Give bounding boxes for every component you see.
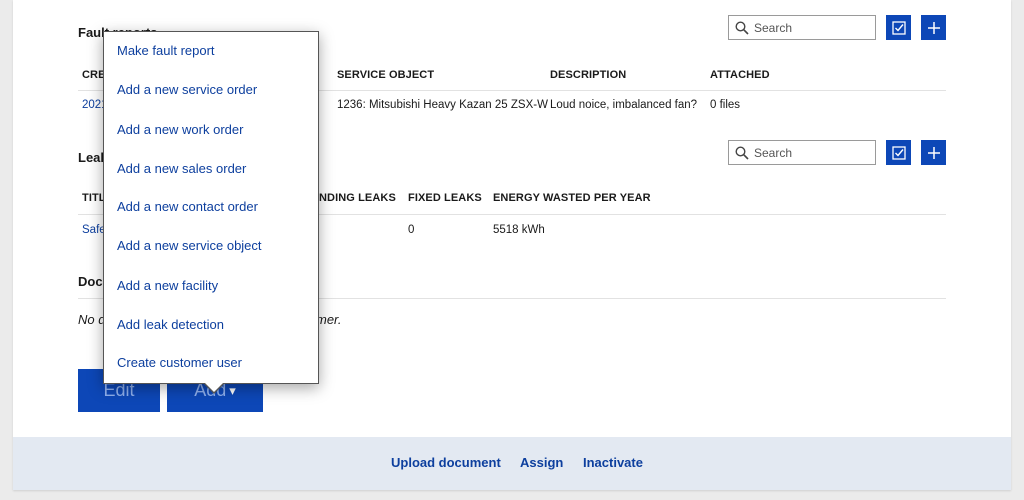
chevron-down-icon: ▾ <box>229 382 236 398</box>
menu-item-new-contact-order[interactable]: Add a new contact order <box>117 199 258 214</box>
documents-empty-text-end: mer. <box>316 312 342 327</box>
checkbox-icon <box>891 20 906 35</box>
leaks-add-button[interactable] <box>921 140 946 165</box>
column-header-attached[interactable]: ATTACHED <box>710 69 770 81</box>
add-dropdown-menu: Make fault report Add a new service orde… <box>103 31 319 394</box>
fault-report-description: Loud noice, imbalanced fan? <box>550 99 698 111</box>
fault-report-service-object: 1236: Mitsubishi Heavy Kazan 25 ZSX-W <box>337 99 548 111</box>
leaks-search[interactable] <box>728 140 876 165</box>
inactivate-link[interactable]: Inactivate <box>583 455 643 470</box>
menu-item-create-customer-user[interactable]: Create customer user <box>117 355 242 370</box>
fault-report-attached: 0 files <box>710 99 741 111</box>
upload-document-link[interactable]: Upload document <box>391 455 501 470</box>
search-icon <box>735 146 749 160</box>
fault-reports-select-button[interactable] <box>886 15 911 40</box>
menu-item-make-fault-report[interactable]: Make fault report <box>117 43 215 58</box>
fault-reports-search-input[interactable] <box>754 19 869 36</box>
menu-item-new-service-order[interactable]: Add a new service order <box>117 82 257 97</box>
documents-empty-text-start: No d <box>78 312 106 327</box>
search-icon <box>735 21 749 35</box>
column-header-energy-wasted[interactable]: ENERGY WASTED PER YEAR <box>493 192 651 204</box>
fault-reports-search[interactable] <box>728 15 876 40</box>
column-header-pending-leaks[interactable]: NDING LEAKS <box>319 192 396 204</box>
plus-icon <box>927 21 940 34</box>
menu-item-new-sales-order[interactable]: Add a new sales order <box>117 161 246 176</box>
leaks-select-button[interactable] <box>886 140 911 165</box>
fault-reports-add-button[interactable] <box>921 15 946 40</box>
menu-pointer-fill <box>205 383 223 392</box>
column-header-description[interactable]: DESCRIPTION <box>550 69 626 81</box>
footer-action-bar: Upload document Assign Inactivate <box>13 437 1011 490</box>
leak-fixed-count: 0 <box>408 224 415 236</box>
leak-energy-wasted: 5518 kWh <box>493 224 545 236</box>
menu-item-new-work-order[interactable]: Add a new work order <box>117 122 243 137</box>
menu-item-leak-detection[interactable]: Add leak detection <box>117 317 224 332</box>
menu-item-new-facility[interactable]: Add a new facility <box>117 278 218 293</box>
plus-icon <box>927 146 940 159</box>
column-header-fixed-leaks[interactable]: FIXED LEAKS <box>408 192 482 204</box>
checkbox-icon <box>891 145 906 160</box>
column-header-service-object[interactable]: SERVICE OBJECT <box>337 69 434 81</box>
assign-link[interactable]: Assign <box>520 455 563 470</box>
menu-item-new-service-object[interactable]: Add a new service object <box>117 238 262 253</box>
leaks-search-input[interactable] <box>754 144 869 161</box>
